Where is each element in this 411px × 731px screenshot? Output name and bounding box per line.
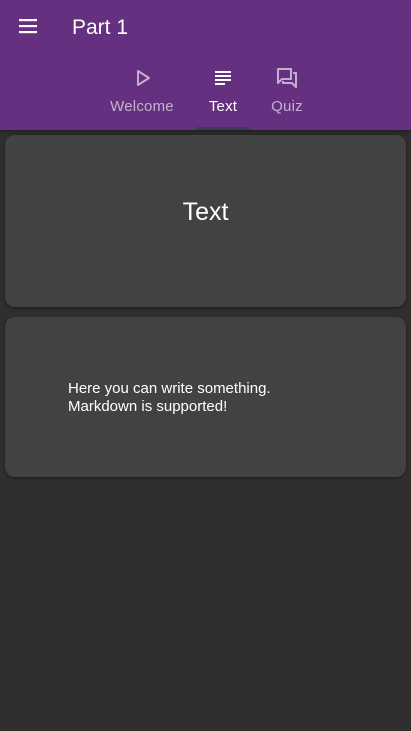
- play-icon: [130, 66, 154, 90]
- forum-icon: [275, 66, 299, 90]
- page-title: Part 1: [72, 16, 129, 39]
- active-tab-indicator: [196, 127, 250, 130]
- tab-welcome-label: Welcome: [110, 98, 174, 115]
- content-body: Here you can write something. Markdown i…: [68, 380, 271, 416]
- tab-welcome[interactable]: Welcome: [102, 58, 182, 130]
- app-bar: Part 1 Welcome Text Quiz: [0, 0, 411, 130]
- tab-quiz-label: Quiz: [271, 98, 303, 115]
- tab-quiz[interactable]: Quiz: [262, 58, 312, 130]
- heading-card: Text: [5, 135, 406, 307]
- content-heading: Text: [182, 197, 229, 226]
- text-lines-icon: [211, 66, 235, 90]
- tab-bar: Welcome Text Quiz: [0, 58, 411, 130]
- content-body-line-2: Markdown is supported!: [68, 398, 228, 415]
- text-card: Here you can write something. Markdown i…: [5, 317, 406, 477]
- menu-button[interactable]: [8, 8, 48, 48]
- menu-icon: [18, 18, 38, 39]
- tab-text-label: Text: [208, 98, 238, 115]
- tab-text[interactable]: Text: [196, 58, 250, 130]
- content-body-line-1: Here you can write something.: [68, 380, 271, 397]
